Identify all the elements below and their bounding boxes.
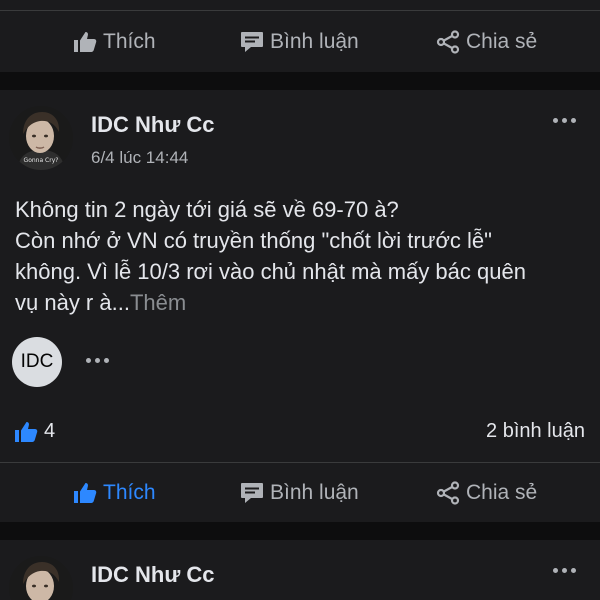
like-count[interactable]: 4: [14, 420, 55, 443]
reactor-avatar[interactable]: IDC: [12, 337, 62, 387]
post-options-button[interactable]: [553, 568, 576, 573]
dot-icon: [571, 568, 576, 573]
thumbs-up-icon: [74, 32, 97, 52]
previous-post-action-bar: Thích Bình luận Chia sẻ: [0, 12, 600, 72]
more-reactors-button[interactable]: [86, 358, 109, 363]
post-body-line: vụ này r à...: [15, 290, 130, 315]
dot-icon: [562, 118, 567, 123]
previous-post-card: Thích Bình luận Chia sẻ: [0, 0, 600, 72]
post-body-line: Còn nhớ ở VN có truyền thống "chốt lời t…: [15, 228, 492, 253]
avatar-image: [9, 556, 73, 600]
like-button[interactable]: Thích: [73, 463, 156, 523]
like-label: Thích: [103, 481, 156, 504]
post-body-line: không. Vì lễ 10/3 rơi vào chủ nhật mà mấ…: [15, 259, 526, 284]
author-name[interactable]: IDC Như Cc: [91, 562, 215, 588]
comment-count[interactable]: 2 bình luận: [486, 420, 585, 443]
post-card: Gonna Cry? IDC Như Cc 6/4 lúc 14:44 Khôn…: [0, 90, 600, 522]
next-post-card: IDC Như Cc: [0, 540, 600, 600]
divider: [0, 10, 600, 11]
dot-icon: [104, 358, 109, 363]
feed-separator: [0, 72, 600, 90]
post-action-bar: Thích Bình luận Chia sẻ: [0, 463, 600, 523]
avatar[interactable]: [9, 556, 73, 600]
dot-icon: [553, 118, 558, 123]
comment-icon: [241, 483, 263, 503]
post-body-line: Không tin 2 ngày tới giá sẽ về 69-70 à?: [15, 197, 399, 222]
post-body-line-last: vụ này r à...Thêm: [15, 287, 590, 318]
comment-label: Bình luận: [270, 30, 359, 53]
dot-icon: [571, 118, 576, 123]
post-timestamp[interactable]: 6/4 lúc 14:44: [91, 148, 188, 168]
post-options-button[interactable]: [553, 118, 576, 123]
dot-icon: [95, 358, 100, 363]
share-icon: [436, 30, 460, 54]
comment-icon: [241, 32, 263, 52]
share-button[interactable]: Chia sẻ: [436, 463, 537, 523]
avatar-image: Gonna Cry?: [9, 106, 73, 170]
share-icon: [436, 481, 460, 505]
post-body: Không tin 2 ngày tới giá sẽ về 69-70 à? …: [15, 194, 590, 318]
comment-button[interactable]: Bình luận: [240, 463, 359, 523]
share-button[interactable]: Chia sẻ: [436, 12, 537, 72]
thumbs-up-icon: [15, 421, 38, 442]
like-count-value: 4: [44, 420, 56, 442]
dot-icon: [553, 568, 558, 573]
thumbs-up-icon: [74, 483, 97, 503]
avatar[interactable]: Gonna Cry?: [9, 106, 73, 170]
share-label: Chia sẻ: [466, 30, 538, 53]
like-button[interactable]: Thích: [73, 12, 156, 72]
comment-label: Bình luận: [270, 481, 359, 504]
avatar-caption: Gonna Cry?: [24, 157, 59, 164]
dot-icon: [562, 568, 567, 573]
like-label: Thích: [103, 30, 156, 53]
see-more-link[interactable]: Thêm: [130, 290, 186, 315]
author-name[interactable]: IDC Như Cc: [91, 112, 215, 138]
share-label: Chia sẻ: [466, 481, 538, 504]
dot-icon: [86, 358, 91, 363]
comment-button[interactable]: Bình luận: [240, 12, 359, 72]
feed-separator: [0, 522, 600, 540]
